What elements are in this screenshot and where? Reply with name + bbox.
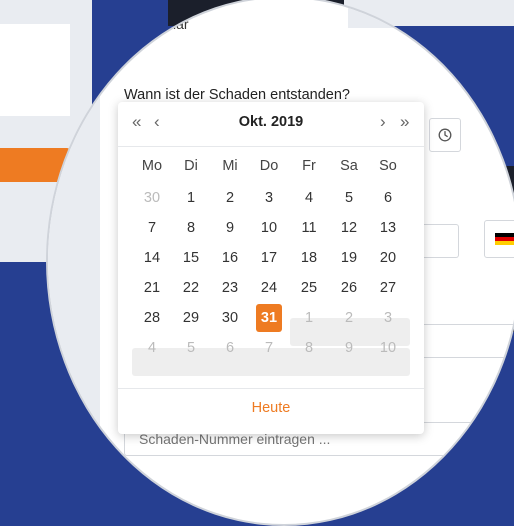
germany-flag-icon bbox=[495, 232, 514, 246]
calendar-day[interactable]: 3 bbox=[370, 304, 406, 332]
calendar-day[interactable]: 17 bbox=[251, 244, 287, 272]
calendar-day[interactable]: 10 bbox=[370, 334, 406, 362]
form-content: …klar Wann ist der Schaden entstanden? «… bbox=[48, 0, 514, 524]
calendar-day[interactable]: 26 bbox=[331, 274, 367, 302]
date-question-label: Wann ist der Schaden entstanden? bbox=[124, 87, 350, 103]
calendar-day[interactable]: 31 bbox=[256, 304, 282, 332]
calendar-day[interactable]: 7 bbox=[134, 214, 170, 242]
calendar-day[interactable]: 3 bbox=[251, 184, 287, 212]
today-button[interactable]: Heute bbox=[118, 400, 424, 416]
calendar-day[interactable]: 6 bbox=[370, 184, 406, 212]
weekday-label: Do bbox=[259, 158, 279, 174]
calendar-day[interactable]: 30 bbox=[134, 184, 170, 212]
calendar-day[interactable]: 2 bbox=[331, 304, 367, 332]
calendar-day[interactable]: 22 bbox=[173, 274, 209, 302]
calendar-day[interactable]: 18 bbox=[291, 244, 327, 272]
time-picker-button[interactable] bbox=[429, 118, 461, 152]
calendar-day[interactable]: 12 bbox=[331, 214, 367, 242]
weekday-label: Di bbox=[184, 158, 198, 174]
month-year-label[interactable]: Okt. 2019 bbox=[118, 114, 424, 130]
datepicker-divider bbox=[118, 388, 424, 389]
calendar-day[interactable]: 4 bbox=[134, 334, 170, 362]
calendar-day[interactable]: 30 bbox=[212, 304, 248, 332]
datepicker-header: « ‹ Okt. 2019 › » bbox=[118, 102, 424, 147]
magnifier-lens: …klar Wann ist der Schaden entstanden? «… bbox=[46, 0, 514, 526]
weekday-label: Mo bbox=[141, 158, 163, 174]
calendar-day[interactable]: 5 bbox=[173, 334, 209, 362]
next-year-button[interactable]: » bbox=[400, 112, 409, 132]
calendar-day[interactable]: 13 bbox=[370, 214, 406, 242]
top-text: …klar bbox=[152, 16, 189, 32]
calendar-day[interactable]: 24 bbox=[251, 274, 287, 302]
calendar-day[interactable]: 29 bbox=[173, 304, 209, 332]
calendar-day[interactable]: 1 bbox=[173, 184, 209, 212]
calendar-day[interactable]: 16 bbox=[212, 244, 248, 272]
weekday-label: Mi bbox=[222, 158, 238, 174]
calendar-day[interactable]: 10 bbox=[251, 214, 287, 242]
calendar-day[interactable]: 23 bbox=[212, 274, 248, 302]
calendar-day[interactable]: 8 bbox=[173, 214, 209, 242]
calendar-day[interactable]: 6 bbox=[212, 334, 248, 362]
calendar-day[interactable]: 15 bbox=[173, 244, 209, 272]
calendar-day[interactable]: 4 bbox=[291, 184, 327, 212]
clock-icon bbox=[438, 128, 452, 142]
text-input-field[interactable] bbox=[424, 324, 514, 358]
calendar-day[interactable]: 9 bbox=[212, 214, 248, 242]
calendar-day[interactable]: 2 bbox=[212, 184, 248, 212]
calendar-day[interactable]: 8 bbox=[291, 334, 327, 362]
weekday-label: Fr bbox=[302, 158, 316, 174]
calendar-day[interactable]: 14 bbox=[134, 244, 170, 272]
calendar-day[interactable]: 25 bbox=[291, 274, 327, 302]
calendar-day[interactable]: 5 bbox=[331, 184, 367, 212]
calendar-day[interactable]: 7 bbox=[251, 334, 287, 362]
weekday-label: Sa bbox=[340, 158, 358, 174]
datepicker-popup: « ‹ Okt. 2019 › » Mo Di Mi Do Fr Sa So 30 1 2 3 4 5 6… bbox=[118, 102, 424, 434]
calendar-day[interactable]: 9 bbox=[331, 334, 367, 362]
calendar-day[interactable]: 19 bbox=[331, 244, 367, 272]
calendar-day[interactable]: 1 bbox=[291, 304, 327, 332]
weekday-label: So bbox=[379, 158, 397, 174]
calendar-day[interactable]: 21 bbox=[134, 274, 170, 302]
calendar-day[interactable]: 20 bbox=[370, 244, 406, 272]
country-select[interactable] bbox=[484, 220, 514, 258]
phone-input-field[interactable] bbox=[424, 224, 459, 258]
calendar-day[interactable]: 11 bbox=[291, 214, 327, 242]
calendar-day[interactable]: 27 bbox=[370, 274, 406, 302]
next-month-button[interactable]: › bbox=[380, 112, 386, 132]
calendar-day[interactable]: 28 bbox=[134, 304, 170, 332]
